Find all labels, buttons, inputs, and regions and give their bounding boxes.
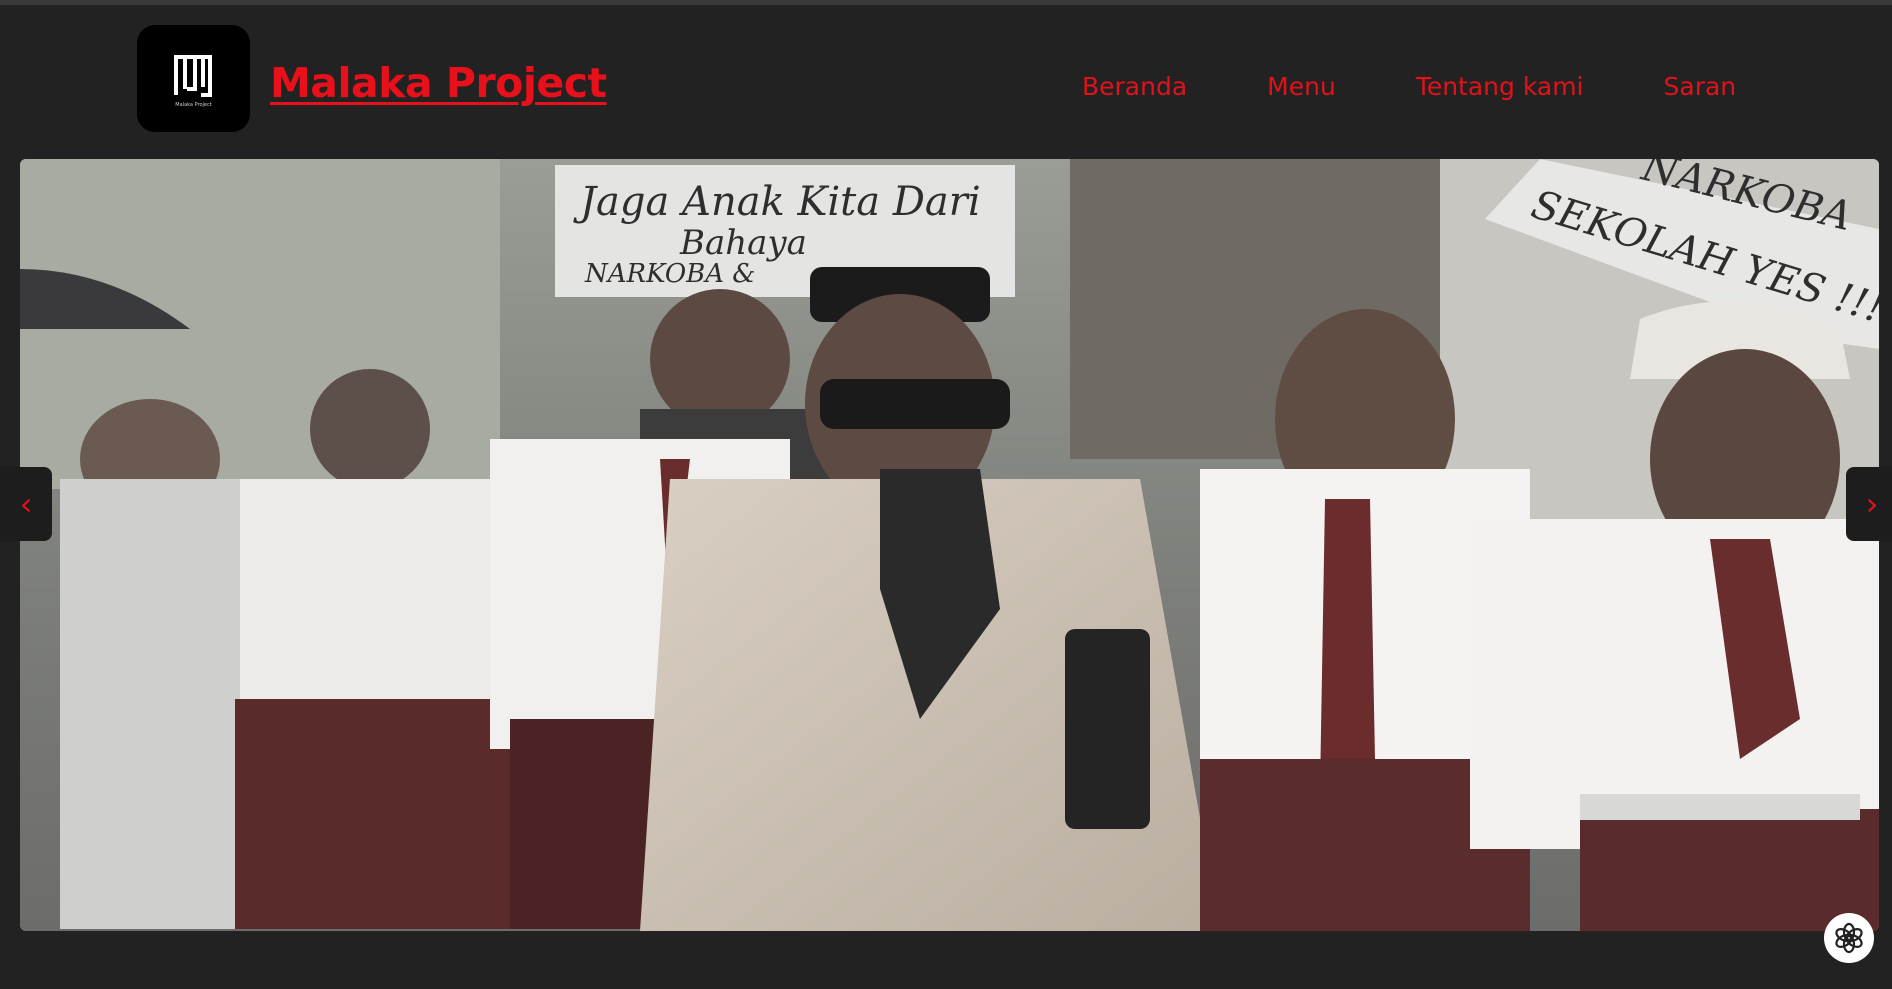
logo[interactable]: Malaka Project xyxy=(137,25,250,132)
chevron-left-icon: ‹ xyxy=(19,485,33,523)
chat-assistant-button[interactable] xyxy=(1824,913,1874,963)
logo-caption: Malaka Project xyxy=(175,102,212,108)
sign-left-line2: Bahaya xyxy=(680,223,807,263)
carousel-prev-button[interactable]: ‹ xyxy=(0,467,52,541)
brand-link[interactable]: Malaka Project xyxy=(270,59,607,107)
site-header: Malaka Project Malaka Project Beranda Me… xyxy=(0,5,1892,155)
nav-saran[interactable]: Saran xyxy=(1664,72,1737,101)
hero-carousel-slide: Jaga Anak Kita Dari Bahaya NARKOBA & NAR… xyxy=(20,159,1879,931)
nav-menu[interactable]: Menu xyxy=(1267,72,1336,101)
carousel-next-button[interactable]: › xyxy=(1846,467,1892,541)
chevron-right-icon: › xyxy=(1865,485,1879,523)
malaka-logo-icon xyxy=(174,55,212,97)
protest-photo xyxy=(20,159,1879,931)
sign-left-line3: NARKOBA & xyxy=(585,259,756,289)
main-nav: Beranda Menu Tentang kami Saran xyxy=(1082,68,1736,104)
nav-beranda[interactable]: Beranda xyxy=(1082,72,1187,101)
chat-assistant-icon xyxy=(1835,922,1863,954)
sign-left-line1: Jaga Anak Kita Dari xyxy=(580,179,981,225)
nav-tentang-kami[interactable]: Tentang kami xyxy=(1416,72,1584,101)
